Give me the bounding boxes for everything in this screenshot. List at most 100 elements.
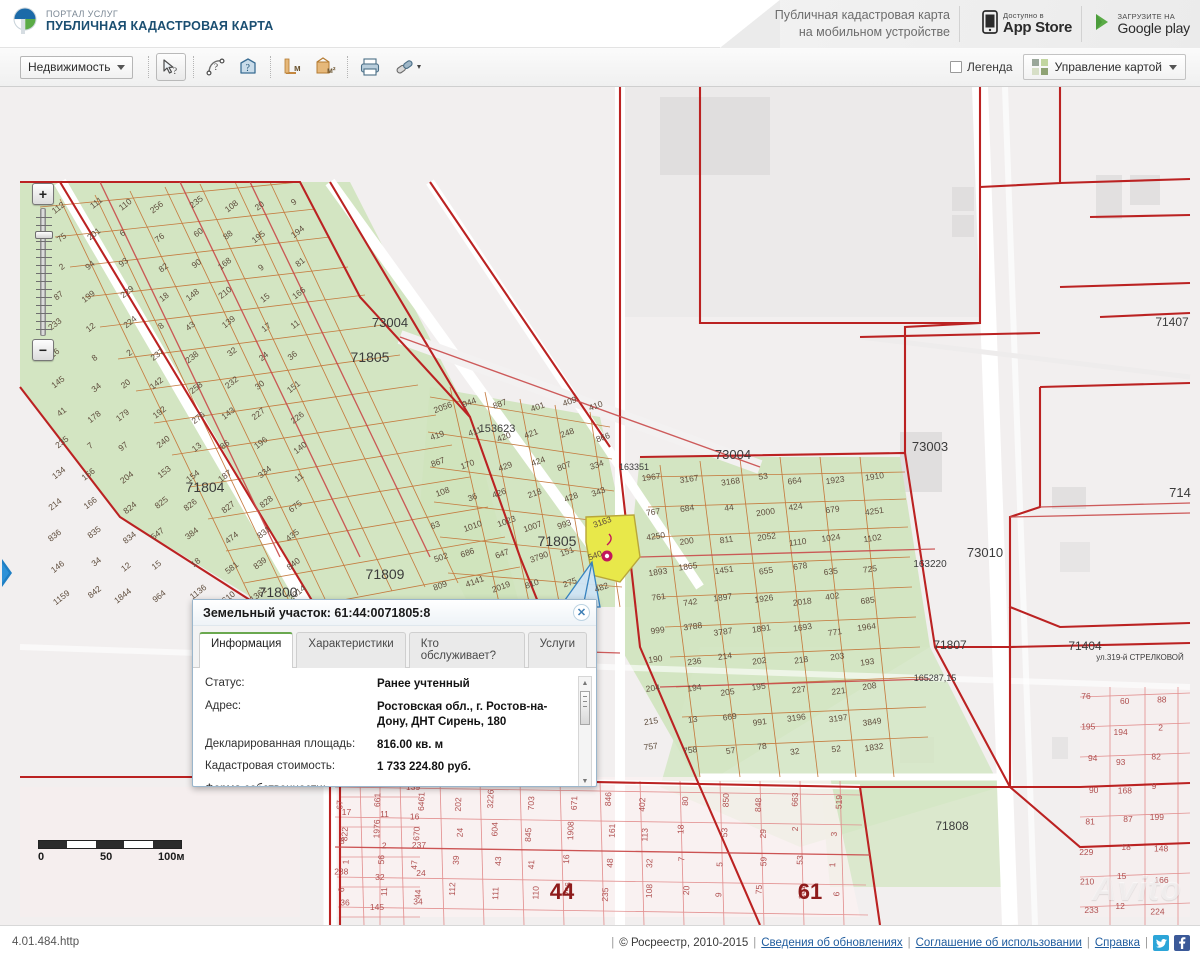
map-block-label: 73004 bbox=[372, 315, 408, 330]
zoom-in-button[interactable]: + bbox=[32, 183, 54, 205]
svg-text:м²: м² bbox=[327, 66, 336, 75]
popup-row-label: Статус: bbox=[205, 677, 245, 689]
parcel-number: 203 bbox=[830, 650, 846, 662]
parcel-number: 194 bbox=[687, 682, 703, 694]
parcel-number: 1 bbox=[827, 862, 837, 867]
parcel-number: 848 bbox=[753, 797, 763, 812]
parcel-number: 39 bbox=[451, 855, 461, 865]
popup-scrollbar[interactable]: ▲ ▼ bbox=[578, 676, 592, 786]
scroll-down-icon[interactable]: ▼ bbox=[579, 775, 591, 786]
parcel-number: 757 bbox=[643, 740, 659, 752]
parcel-number: 210 bbox=[1080, 877, 1094, 887]
popup-row-label: Декларированная площадь: bbox=[205, 737, 356, 750]
parcel-number: 202 bbox=[752, 655, 768, 667]
measure-length-icon[interactable]: м bbox=[278, 53, 308, 81]
parcel-number: 663 bbox=[790, 792, 800, 807]
parcel-number: 76 bbox=[1081, 691, 1091, 701]
popup-row: Декларированная площадь: 816.00 кв. м bbox=[205, 738, 576, 754]
parcel-number: 11 bbox=[379, 887, 389, 896]
parcel-number: 16 bbox=[561, 854, 571, 864]
map-block-label: 73004 bbox=[715, 447, 751, 462]
parcel-number: 59 bbox=[758, 856, 768, 866]
help-link[interactable]: Справка bbox=[1095, 937, 1140, 949]
parcel-number: 1 bbox=[341, 859, 351, 864]
parcel-number: 53 bbox=[719, 827, 729, 837]
map-block-label: 163351 bbox=[619, 462, 649, 472]
zoom-slider-handle[interactable] bbox=[35, 231, 53, 239]
map-block-label: 165287,15 bbox=[914, 673, 957, 683]
polyline-query-icon[interactable]: ? bbox=[201, 53, 231, 81]
popup-tab-3[interactable]: Услуги bbox=[527, 632, 587, 668]
polygon-query-icon[interactable]: ? bbox=[233, 53, 263, 81]
footer-divider: | bbox=[753, 937, 757, 949]
parcel-number: 36 bbox=[340, 898, 350, 908]
parcel-number: 7 bbox=[676, 856, 686, 861]
scroll-up-icon[interactable]: ▲ bbox=[579, 677, 591, 689]
parcel-number: 32 bbox=[375, 872, 385, 882]
select-query-icon[interactable]: ? bbox=[155, 53, 186, 81]
category-dropdown[interactable]: Недвижимость bbox=[20, 55, 133, 79]
parcel-number: 80 bbox=[680, 796, 690, 806]
chevron-down-icon bbox=[116, 64, 125, 70]
sidebar-expand-tab[interactable] bbox=[0, 553, 14, 593]
scale-label-50: 50 bbox=[100, 851, 113, 863]
parcel-number: 845 bbox=[523, 827, 533, 842]
popup-row: Кадастровая стоимость: 1 733 224.80 руб. bbox=[205, 760, 576, 776]
legend-checkbox[interactable]: Легенда bbox=[949, 60, 1013, 74]
google-play-badge[interactable]: ЗАГРУЗИТЕ НА Google play bbox=[1094, 6, 1190, 42]
parcel-number: 761 bbox=[651, 591, 667, 603]
parcel-number: 215 bbox=[643, 715, 659, 727]
popup-header: Земельный участок: 61:44:0071805:8 ✕ bbox=[193, 600, 596, 626]
parcel-number: 604 bbox=[489, 822, 499, 837]
updates-link[interactable]: Сведения об обновлениях bbox=[761, 937, 902, 949]
zoom-control[interactable]: + − bbox=[32, 183, 54, 361]
cadastral-map[interactable]: 112 111 110 256 235 108 20 975 201 6 76 60 88 195 1942… bbox=[0, 87, 1200, 925]
facebook-icon[interactable] bbox=[1174, 935, 1190, 951]
map-block-label: 714 bbox=[1169, 485, 1191, 500]
parcel-number: 194 bbox=[1114, 727, 1128, 737]
popup-tab-2[interactable]: Кто обслуживает? bbox=[408, 632, 525, 668]
map-canvas[interactable]: 112 111 110 256 235 108 20 9 75 201 6 76 60 88 195 194 2… bbox=[0, 87, 1200, 925]
parcel-number: 424 bbox=[788, 501, 804, 513]
parcel-number: 685 bbox=[860, 594, 876, 606]
map-control-dropdown[interactable]: Управление картой bbox=[1022, 54, 1186, 80]
map-block-label: 71807 bbox=[933, 638, 967, 652]
legend-label: Легенда bbox=[966, 60, 1013, 74]
parcel-number: 41 bbox=[526, 859, 536, 869]
close-icon[interactable]: ✕ bbox=[573, 604, 590, 621]
popup-tab-label: Характеристики bbox=[308, 638, 394, 650]
scrollbar-thumb[interactable] bbox=[580, 691, 590, 725]
parcel-number: 678 bbox=[793, 560, 809, 572]
print-icon[interactable] bbox=[355, 53, 385, 81]
twitter-icon[interactable] bbox=[1153, 935, 1169, 951]
map-block-label: 163220 bbox=[913, 559, 947, 570]
usage-agreement-link[interactable]: Соглашение об использовании bbox=[916, 937, 1082, 949]
map-block-label: 61 bbox=[798, 879, 822, 904]
popup-row-value: 816.00 кв. м bbox=[377, 738, 444, 751]
build-version: 4.01.484.http bbox=[12, 936, 80, 948]
rosreestr-logo-icon bbox=[12, 6, 38, 36]
parcel-number: 9 bbox=[713, 892, 723, 897]
popup-row-value: Ранее учтенный bbox=[377, 678, 470, 690]
zoom-out-button[interactable]: − bbox=[32, 339, 54, 361]
parcel-number: 635 bbox=[823, 565, 839, 577]
parcel-number: 771 bbox=[827, 626, 843, 638]
parcel-number: 204 bbox=[645, 682, 661, 694]
parcel-number: 195 bbox=[751, 681, 767, 693]
popup-tab-0[interactable]: Информация bbox=[199, 632, 294, 668]
app-store-badge[interactable]: Доступно в App Store bbox=[982, 6, 1072, 42]
parcel-number: 16 bbox=[410, 811, 420, 821]
map-control-label: Управление картой bbox=[1054, 60, 1162, 74]
parcel-number: 6 bbox=[336, 887, 346, 892]
parcel-number: 12 bbox=[1115, 901, 1125, 911]
zoom-slider-track[interactable] bbox=[35, 208, 53, 336]
share-link-icon[interactable] bbox=[387, 53, 429, 81]
popup-tab-1[interactable]: Характеристики bbox=[296, 632, 406, 668]
measure-area-icon[interactable]: м² bbox=[310, 53, 340, 81]
checkbox-box[interactable] bbox=[949, 61, 962, 73]
parcel-number: 53 bbox=[758, 470, 769, 481]
brand-line-1: ПОРТАЛ УСЛУГ bbox=[46, 8, 119, 19]
parcel-info-popup[interactable]: Земельный участок: 61:44:0071805:8 ✕ Инф… bbox=[192, 599, 597, 787]
parcel-number: 57 bbox=[725, 745, 736, 756]
parcel-number: 43 bbox=[493, 856, 503, 866]
